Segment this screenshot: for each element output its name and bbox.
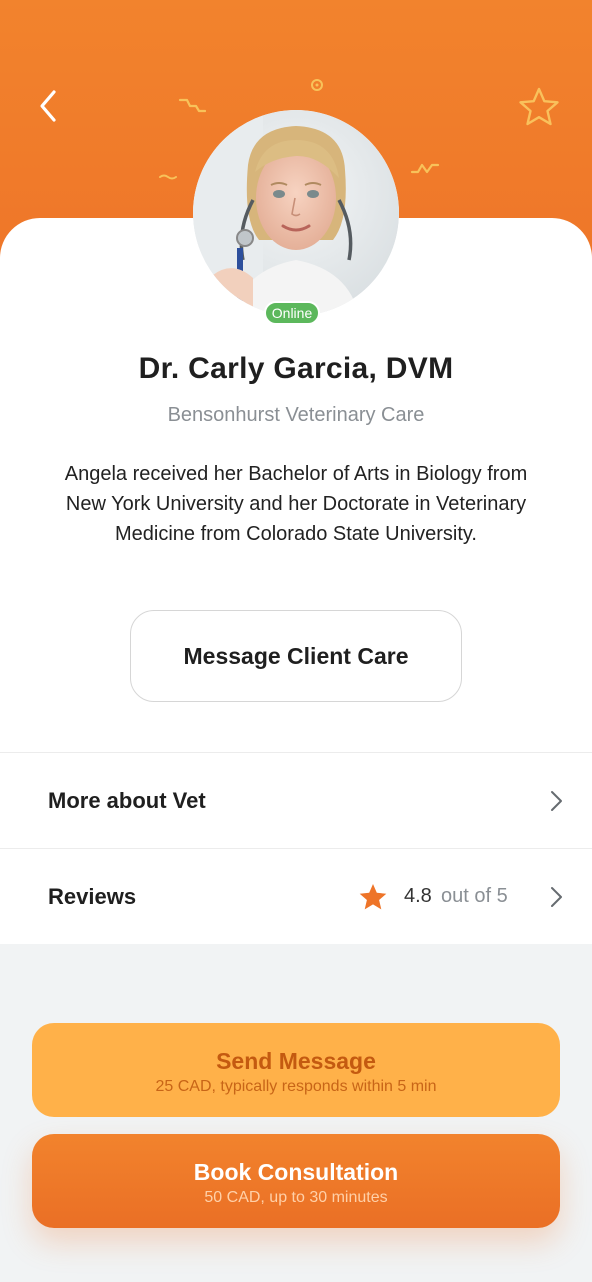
- avatar: [193, 110, 399, 316]
- online-status-badge: Online: [264, 301, 320, 325]
- send-message-button[interactable]: Send Message 25 CAD, typically responds …: [32, 1023, 560, 1117]
- decorative-squiggle-icon: [159, 174, 177, 180]
- chevron-right-icon: [551, 790, 562, 811]
- vet-bio: Angela received her Bachelor of Arts in …: [64, 463, 528, 545]
- clinic-name: Bensonhurst Veterinary Care: [167, 404, 425, 426]
- star-outline-icon: [519, 87, 559, 126]
- reviews-label: Reviews: [48, 883, 137, 909]
- more-about-vet-row[interactable]: More about Vet: [0, 753, 592, 848]
- chevron-left-icon: [40, 90, 56, 122]
- decorative-squiggle-icon: [178, 98, 206, 113]
- send-message-title: Send Message: [216, 1048, 376, 1074]
- favorite-button[interactable]: [516, 84, 562, 130]
- book-consultation-subtitle: 50 CAD, up to 30 minutes: [204, 1189, 388, 1206]
- book-consultation-title: Book Consultation: [193, 1159, 399, 1185]
- rating-suffix: out of 5: [441, 885, 508, 907]
- send-message-subtitle: 25 CAD, typically responds within 5 min: [155, 1078, 437, 1095]
- vet-portrait-image: [193, 110, 399, 316]
- vet-name: Dr. Carly Garcia, DVM: [138, 352, 454, 385]
- decorative-spiral-icon: [311, 79, 323, 91]
- rating-value: 4.8: [404, 885, 432, 907]
- message-client-care-button[interactable]: Message Client Care: [130, 610, 462, 702]
- more-about-vet-label: More about Vet: [48, 787, 206, 813]
- back-button[interactable]: [28, 86, 68, 126]
- chevron-right-icon: [551, 886, 562, 907]
- reviews-row[interactable]: Reviews 4.8 out of 5: [0, 849, 592, 944]
- rating-star-icon: [359, 883, 387, 909]
- book-consultation-button[interactable]: Book Consultation 50 CAD, up to 30 minut…: [32, 1134, 560, 1228]
- decorative-squiggle-icon: [410, 163, 440, 174]
